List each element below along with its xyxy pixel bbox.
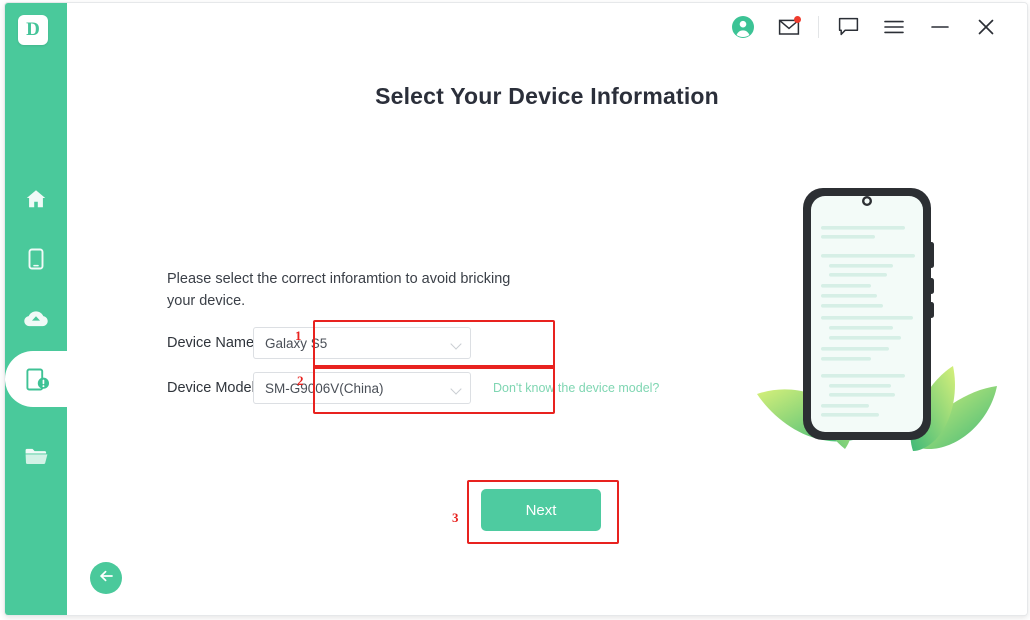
sidebar-item-repair[interactable] (5, 337, 71, 421)
device-name-select[interactable]: Galaxy S5 (253, 327, 471, 359)
sidebar: D (5, 3, 71, 615)
main-window: D Select Your Device Information Please … (4, 2, 1028, 616)
chevron-down-icon (450, 383, 462, 395)
mail-badge-dot (794, 16, 801, 23)
device-model-row: Device Model SM-G9006V(China) Don't know… (167, 372, 659, 404)
app-logo: D (18, 15, 48, 45)
device-model-label: Device Model (167, 380, 255, 396)
mail-icon[interactable] (766, 3, 812, 50)
annotation-number-3: 3 (452, 510, 459, 525)
phone-alert-icon (25, 366, 51, 393)
device-name-row: Device Name Galaxy S5 (167, 327, 471, 359)
window-controls (720, 3, 1009, 50)
folder-icon (24, 446, 49, 467)
minimize-icon[interactable] (917, 3, 963, 50)
close-icon[interactable] (963, 3, 1009, 50)
phone-illustration (727, 170, 1007, 460)
sidebar-item-files[interactable] (5, 428, 67, 484)
title-bar (67, 3, 1027, 51)
device-model-select[interactable]: SM-G9006V(China) (253, 372, 471, 404)
account-icon[interactable] (720, 3, 766, 50)
logo-letter: D (26, 19, 40, 40)
header-divider (818, 15, 819, 38)
main-content: Select Your Device Information Please se… (67, 50, 1027, 615)
intro-text: Please select the correct inforamtion to… (167, 271, 511, 309)
arrow-left-icon (98, 569, 115, 588)
cloud-upload-icon (23, 308, 49, 330)
back-button[interactable] (90, 562, 122, 594)
chevron-down-icon (450, 338, 462, 350)
next-button[interactable]: Next (481, 489, 601, 531)
sidebar-item-device[interactable] (5, 231, 67, 287)
mobile-icon (25, 247, 47, 271)
menu-icon[interactable] (871, 3, 917, 50)
page-title: Select Your Device Information (375, 83, 719, 109)
device-name-value: Galaxy S5 (265, 335, 328, 351)
home-icon (24, 187, 48, 211)
device-name-label: Device Name (167, 335, 255, 351)
application-window: D Select Your Device Information Please … (0, 0, 1030, 620)
sidebar-item-home[interactable] (5, 171, 67, 227)
feedback-icon[interactable] (825, 3, 871, 50)
device-model-value: SM-G9006V(China) (265, 380, 384, 396)
annotation-number-2: 2 (297, 373, 304, 388)
annotation-number-1: 1 (295, 328, 302, 343)
dont-know-model-link[interactable]: Don't know the device model? (493, 381, 659, 395)
